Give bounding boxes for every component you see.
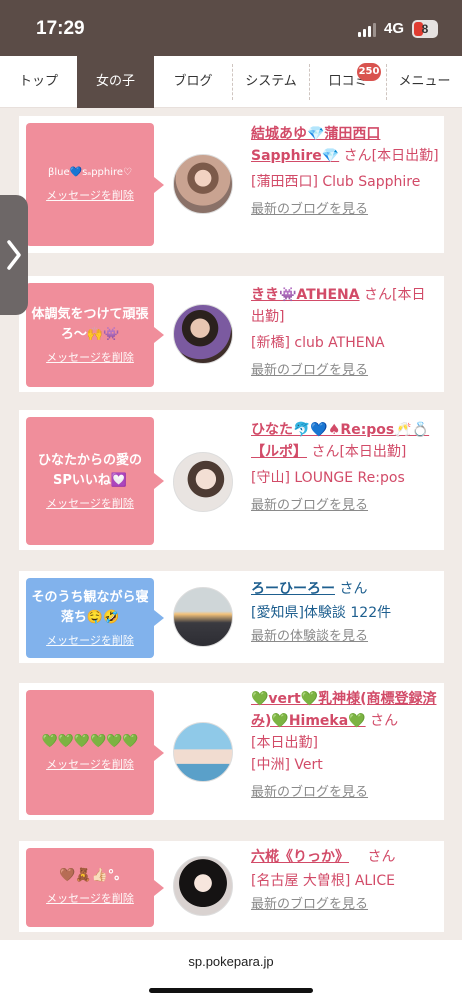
message-bubble: ひなたからの愛のSPいいね💟 メッセージを削除 [26,417,164,545]
tab-blog[interactable]: ブログ [154,56,232,108]
top-nav: トップ 女の子 ブログ システム 口コミ メニュー [0,56,462,108]
message-card: βlue💙sₐpphire♡ メッセージを削除 結城あゆ💎蒲田西口Sapphir… [19,116,444,253]
shop-name: [新橋] club ATHENA [251,335,385,351]
work-status: [本日出勤] [339,444,407,460]
tab-label: ブログ [173,74,213,89]
profile-info: 💚vert💚乳神様(商標登録済み)💚Himeka💚 さん [本日出勤] [中洲]… [251,688,439,804]
avatar[interactable] [173,154,233,214]
honorific: さん [311,444,340,460]
message-bubble: 体調気をつけて頑張ろ〜🙌👾 メッセージを削除 [26,283,164,387]
tab-top[interactable]: トップ [0,56,77,108]
network-type: 4G [384,20,405,37]
profile-info: ろーひーろー さん [愛知県]体験談 122件 最新の体験談を見る [251,578,439,648]
work-status: [本日出勤] [371,148,439,164]
tab-label: トップ [18,74,58,89]
avatar[interactable] [173,452,233,512]
message-text: そのうち観ながら寝落ち🤤🤣 [31,590,149,625]
delete-message-link[interactable]: メッセージを削除 [26,890,154,906]
avatar[interactable] [173,587,233,647]
tab-label: 女の子 [95,74,135,89]
honorific: さん [370,713,399,729]
latest-review-link[interactable]: 最新の体験談を見る [251,626,439,648]
honorific: さん [367,849,396,865]
profile-info: きき👾ATHENA さん[本日出勤] [新橋] club ATHENA 最新のブ… [251,284,439,382]
battery-level: 8 [421,22,429,36]
delete-message-link[interactable]: メッセージを削除 [26,756,154,772]
latest-blog-link[interactable]: 最新のブログを見る [251,360,439,382]
honorific: さん [364,287,393,303]
avatar[interactable] [173,722,233,782]
shop-name: [名古屋 大曽根] ALICE [251,873,395,889]
profile-info: ひなた🐬💙♠Re:pos🥂💍【ルポ】 さん[本日出勤] [守山] LOUNGE … [251,419,439,517]
message-card: そのうち観ながら寝落ち🤤🤣 メッセージを削除 ろーひーろー さん [愛知県]体験… [19,571,444,663]
clock: 17:29 [36,18,85,39]
profile-name-link[interactable]: ろーひーろー [251,581,335,597]
profile-name-link[interactable]: 💚vert💚乳神様(商標登録済み)💚Himeka💚 [251,691,436,729]
work-status: [本日出勤] [251,735,318,751]
message-bubble: βlue💙sₐpphire♡ メッセージを削除 [26,123,164,246]
battery-icon: 8 [412,20,438,38]
tab-label: システム [245,74,297,89]
message-card: ひなたからの愛のSPいいね💟 メッセージを削除 ひなた🐬💙♠Re:pos🥂💍【ル… [19,410,444,550]
latest-blog-link[interactable]: 最新のブログを見る [251,199,439,221]
home-indicator[interactable] [149,988,313,993]
latest-blog-link[interactable]: 最新のブログを見る [251,782,439,804]
chevron-right-icon [7,240,21,270]
avatar[interactable] [173,856,233,916]
message-card: 💚💚💚💚💚💚 メッセージを削除 💚vert💚乳神様(商標登録済み)💚Himeka… [19,683,444,820]
url-display[interactable]: sp.pokepara.jp [0,954,462,969]
reviews-count-badge: 250 [357,63,381,81]
avatar[interactable] [173,304,233,364]
profile-info: 結城あゆ💎蒲田西口Sapphire💎 さん[本日出勤] [蒲田西口] Club … [251,123,439,221]
status-bar: 17:29 4G 8 [0,0,462,56]
message-text: 💚💚💚💚💚💚 [41,734,139,749]
message-bubble: 🤎🧸👍🏻°｡ メッセージを削除 [26,848,164,927]
profile-info: 六椛《りっか》 さん [名古屋 大曽根] ALICE 最新のブログを見る [251,846,439,916]
shop-name: [蒲田西口] Club Sapphire [251,174,421,190]
honorific: さん [339,581,368,597]
delete-message-link[interactable]: メッセージを削除 [26,632,154,648]
message-text: ひなたからの愛のSPいいね💟 [37,453,142,488]
delete-message-link[interactable]: メッセージを削除 [26,187,154,203]
shop-name: [中洲] Vert [251,757,323,773]
signal-icon [358,23,378,37]
review-count: [愛知県]体験談 122件 [251,605,392,621]
delete-message-link[interactable]: メッセージを削除 [26,495,154,511]
profile-name-link[interactable]: きき👾ATHENA [251,287,360,303]
shop-name: [守山] LOUNGE Re:pos [251,470,405,486]
profile-name-link[interactable]: 六椛《りっか》 [251,849,349,865]
message-text: 🤎🧸👍🏻°｡ [59,868,121,883]
message-bubble: 💚💚💚💚💚💚 メッセージを削除 [26,690,164,815]
message-text: βlue💙sₐpphire♡ [47,167,133,178]
latest-blog-link[interactable]: 最新のブログを見る [251,495,439,517]
latest-blog-link[interactable]: 最新のブログを見る [251,894,439,916]
message-bubble: そのうち観ながら寝落ち🤤🤣 メッセージを削除 [26,578,164,658]
message-card: 体調気をつけて頑張ろ〜🙌👾 メッセージを削除 きき👾ATHENA さん[本日出勤… [19,276,444,392]
message-text: 体調気をつけて頑張ろ〜🙌👾 [31,307,149,342]
tab-menu[interactable]: メニュー [386,64,462,100]
tab-girls[interactable]: 女の子 [77,56,154,108]
tab-system[interactable]: システム [232,64,309,100]
browser-bottom-bar: sp.pokepara.jp [0,940,462,1000]
delete-message-link[interactable]: メッセージを削除 [26,349,154,365]
side-drawer-handle[interactable] [0,195,28,315]
honorific: さん [343,148,372,164]
tab-label: メニュー [398,74,451,89]
message-card: 🤎🧸👍🏻°｡ メッセージを削除 六椛《りっか》 さん [名古屋 大曽根] ALI… [19,841,444,932]
